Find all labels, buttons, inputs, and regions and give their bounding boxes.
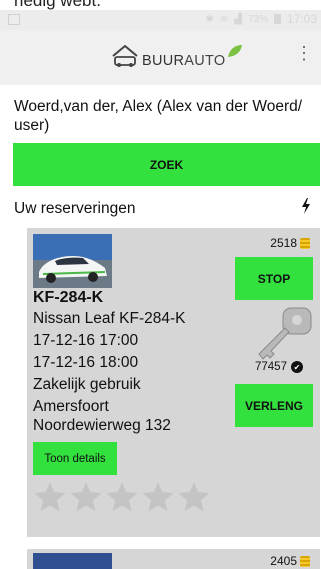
coins-icon (300, 555, 310, 567)
usage-type: Zakelijk gebruik (33, 376, 141, 393)
house-car-icon (112, 44, 138, 67)
logo-text-buur: BUUR (142, 53, 185, 69)
reservations-header: Uw reserveringen (14, 200, 136, 217)
key-number: 77457 ✔ (255, 361, 303, 373)
screenshot-icon (8, 14, 20, 25)
signal-icon: ▟ (234, 13, 242, 25)
user-name: Woerd,van der, Alex (Alex van der Woerd/… (14, 98, 303, 134)
reservation-card-2: 2405 (27, 549, 320, 569)
bluetooth-icon: ✱ (205, 13, 214, 25)
key-icon (258, 307, 312, 360)
rating-stars (33, 480, 211, 514)
status-bar: ✱ ≋ ▟ 73% 17:03 (0, 10, 321, 30)
overflow-menu-icon[interactable]: ⋮ (295, 44, 313, 62)
star-icon[interactable] (177, 480, 211, 514)
credits-counter: 2518 (270, 236, 310, 250)
license-plate: KF-284-K (33, 289, 104, 306)
start-time: 17-12-16 17:00 (33, 332, 139, 349)
buurauto-logo: BUURAUTO (110, 44, 243, 68)
car-model: Nissan Leaf KF-284-K (33, 310, 186, 327)
stop-button[interactable]: STOP (235, 257, 313, 300)
battery-icon (273, 14, 281, 24)
address: Noordewierweg 132 (33, 417, 171, 434)
star-icon[interactable] (141, 480, 175, 514)
car-photo-2 (33, 553, 112, 569)
coins-icon (300, 237, 310, 249)
car-photo (33, 234, 112, 288)
credits-value: 2518 (270, 236, 297, 250)
star-icon[interactable] (105, 480, 139, 514)
star-icon[interactable] (33, 480, 67, 514)
lightning-icon[interactable] (301, 198, 311, 214)
extend-button[interactable]: VERLENG (235, 384, 313, 427)
city: Amersfoort (33, 398, 109, 415)
end-time: 17-12-16 18:00 (33, 354, 139, 371)
search-button[interactable]: ZOEK (13, 143, 320, 186)
clock: 17:03 (286, 12, 317, 26)
logo-text-auto: AUTO (184, 53, 226, 69)
show-details-button[interactable]: Toon details (33, 442, 117, 475)
wifi-icon: ≋ (219, 13, 229, 25)
reservation-card: 2518 KF-284-K Nissan Leaf KF-284-K 17-12… (27, 228, 320, 537)
leaf-icon (227, 45, 242, 57)
key-number-value: 77457 (255, 361, 287, 373)
battery-percent: 73% (247, 13, 268, 25)
app-bar: BUURAUTO ⋮ (0, 30, 321, 85)
star-icon[interactable] (69, 480, 103, 514)
check-circle-icon: ✔ (290, 361, 303, 373)
